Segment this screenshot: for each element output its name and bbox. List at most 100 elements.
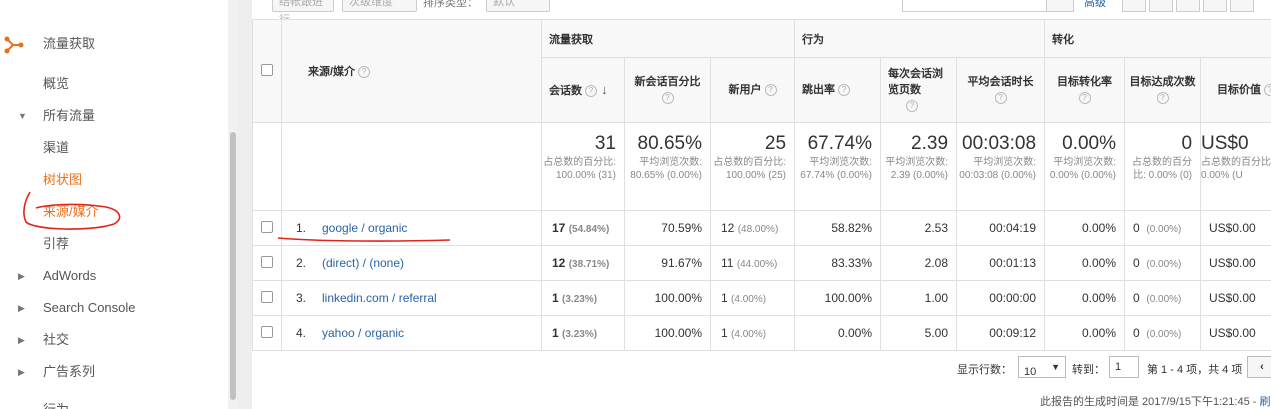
new-users-cell: 1 (4.00%) [709,315,796,351]
row-checkbox[interactable] [261,220,273,233]
source-medium-link[interactable]: yahoo / organic [322,326,404,340]
total-value: 2.39 [911,133,949,154]
source-medium-link[interactable]: linkedin.com / referral [322,291,437,305]
new-users-pct: (4.00%) [731,294,767,305]
term-cloud-icon[interactable] [1230,0,1254,12]
comparison-view-icon[interactable] [1203,0,1227,12]
sidebar-divider [237,0,252,409]
help-icon[interactable]: ? [764,84,777,97]
goal-cell: 0 (0.00%) [1124,245,1202,281]
col-label: 会话数 [549,84,582,97]
new-pct-cell: 100.00% [624,280,711,316]
sidebar-item-source-medium[interactable]: 来源/媒介 [43,200,99,224]
help-icon[interactable]: ? [1264,84,1271,97]
refresh-link[interactable]: 刷 [1259,396,1270,408]
goal-value: 0 [1133,221,1140,235]
analytics-page: 流量获取 概览 ▼ 所有流量 渠道 树状图 来源/媒介 引荐 ▶ AdWords… [0,0,1271,409]
secondary-dimension-button[interactable]: 次级维度 [342,0,417,12]
source-medium-link[interactable]: (direct) / (none) [322,256,404,270]
sidebar-item-all-traffic[interactable]: ▼ 所有流量 [0,104,200,128]
help-icon[interactable]: ? [906,100,919,113]
col-avg-duration[interactable]: 平均会话时长? [956,57,1046,123]
row-checkbox-cell [252,245,282,281]
caret-right-icon: ▶ [18,367,25,377]
source-cell: 1. google / organic [281,210,542,246]
col-goal-completions[interactable]: 目标达成次数 ? [1124,57,1202,123]
sidebar-item-adwords[interactable]: ▶ AdWords [0,264,200,288]
total-pps: 2.39 平均浏览次数: 2.39 (0.00%) [880,122,958,211]
select-all-checkbox[interactable] [261,63,273,76]
total-sub: 平均浏览次数: 67.74% (0.00%) [800,157,873,181]
new-users-pct: (44.00%) [736,259,778,270]
bounce-cell: 83.33% [794,245,882,281]
col-goal-value[interactable]: 目标价值 ? [1200,57,1271,123]
help-icon[interactable]: ? [585,84,598,97]
table-row[interactable]: 3. linkedin.com / referral 1 (3.23%) 100.00… [252,280,1271,316]
col-conversion-rate[interactable]: 目标转化率? [1044,57,1126,123]
row-checkbox[interactable] [261,290,273,303]
table-row[interactable]: 4. yahoo / organic 1 (3.23%) 100.00% 1 (4.00… [252,315,1271,351]
col-pages-per-session[interactable]: 每次会话浏览页数? [880,57,958,123]
help-icon[interactable]: ? [358,66,371,79]
row-checkbox-cell [252,210,282,246]
sort-type-button[interactable]: 默认 [486,0,550,12]
row-checkbox[interactable] [261,325,273,338]
rows-per-page-select[interactable]: 10 ▼ [1018,356,1066,378]
sidebar-section-acquisition[interactable]: 流量获取 [43,32,95,56]
col-new-users[interactable]: 新用户 ? [709,57,796,123]
value-cell: US$0.00 [1200,210,1271,246]
sidebar-item-campaigns[interactable]: ▶ 广告系列 [0,360,200,384]
sidebar-scrollbar-thumb[interactable] [230,132,236,400]
total-duration: 00:03:08 平均浏览次数: 00:03:08 (0.00%) [956,122,1046,211]
help-icon[interactable]: ? [661,92,674,105]
pie-view-icon[interactable] [1149,0,1173,12]
pps-cell: 1.00 [880,280,958,316]
acquisition-icon [4,36,24,54]
advanced-filter-link[interactable]: 高级 [1084,0,1106,10]
col-new-sessions-pct[interactable]: 新会话百分比? [624,57,711,123]
sidebar-item-channels[interactable]: 渠道 [43,136,69,160]
prev-page-button[interactable]: ‹ [1247,356,1271,378]
goto-page-input[interactable]: 1 [1109,356,1139,378]
total-value: 0 [1181,133,1193,154]
help-icon[interactable]: ? [838,84,851,97]
new-users-cell: 12 (48.00%) [709,210,796,246]
help-icon[interactable]: ? [1156,92,1169,105]
table-view-icon[interactable] [1122,0,1146,12]
col-sessions[interactable]: 会话数 ? ↓ [541,57,625,123]
performance-view-icon[interactable] [1176,0,1200,12]
goal-cell: 0 (0.00%) [1124,280,1202,316]
total-sub: 平均浏览次数: 80.65% (0.00%) [630,157,702,181]
table-row[interactable]: 2. (direct) / (none) 12 (38.71%) 91.67% 11 (… [252,245,1271,281]
goal-pct: (0.00%) [1146,259,1182,270]
goal-pct: (0.00%) [1146,294,1182,305]
col-bounce-rate[interactable]: 跳出率 ? [794,57,882,123]
total-value: US$0 [1201,133,1249,154]
sessions-cell: 12 (38.71%) [541,245,625,281]
sidebar-item-overview[interactable]: 概览 [43,72,69,96]
plot-rows-button[interactable]: 结帐跟进行 [272,0,334,26]
search-input[interactable] [902,0,1047,12]
help-icon[interactable]: ? [1078,92,1091,105]
total-value: 25 [764,133,787,154]
total-value: 31 [594,133,616,154]
dimension-header[interactable]: 来源/媒介 ? [281,19,542,123]
help-icon[interactable]: ? [994,92,1007,105]
bounce-cell: 100.00% [794,280,882,316]
sidebar-item-search-console[interactable]: ▶ Search Console [0,296,200,320]
new-users-value: 12 [721,221,735,235]
goal-value: 0 [1133,256,1140,270]
bounce-cell: 0.00% [794,315,882,351]
source-medium-link[interactable]: google / organic [322,221,407,235]
table-row[interactable]: 1. google / organic 17 (54.84%) 70.59% 12 (4… [252,210,1271,246]
sidebar: 流量获取 概览 ▼ 所有流量 渠道 树状图 来源/媒介 引荐 ▶ AdWords… [0,0,252,409]
sidebar-section-behavior[interactable]: 行为 [43,398,69,409]
goal-value: 0 [1133,291,1140,305]
sidebar-item-referrals[interactable]: 引荐 [43,232,69,256]
duration-cell: 00:09:12 [956,315,1046,351]
sidebar-item-treemaps[interactable]: 树状图 [43,168,82,192]
row-checkbox[interactable] [261,255,273,268]
search-icon[interactable] [1046,0,1074,12]
total-sub: 占总数的百分比: 100.00% (25) [713,157,787,181]
sidebar-item-social[interactable]: ▶ 社交 [0,328,200,352]
